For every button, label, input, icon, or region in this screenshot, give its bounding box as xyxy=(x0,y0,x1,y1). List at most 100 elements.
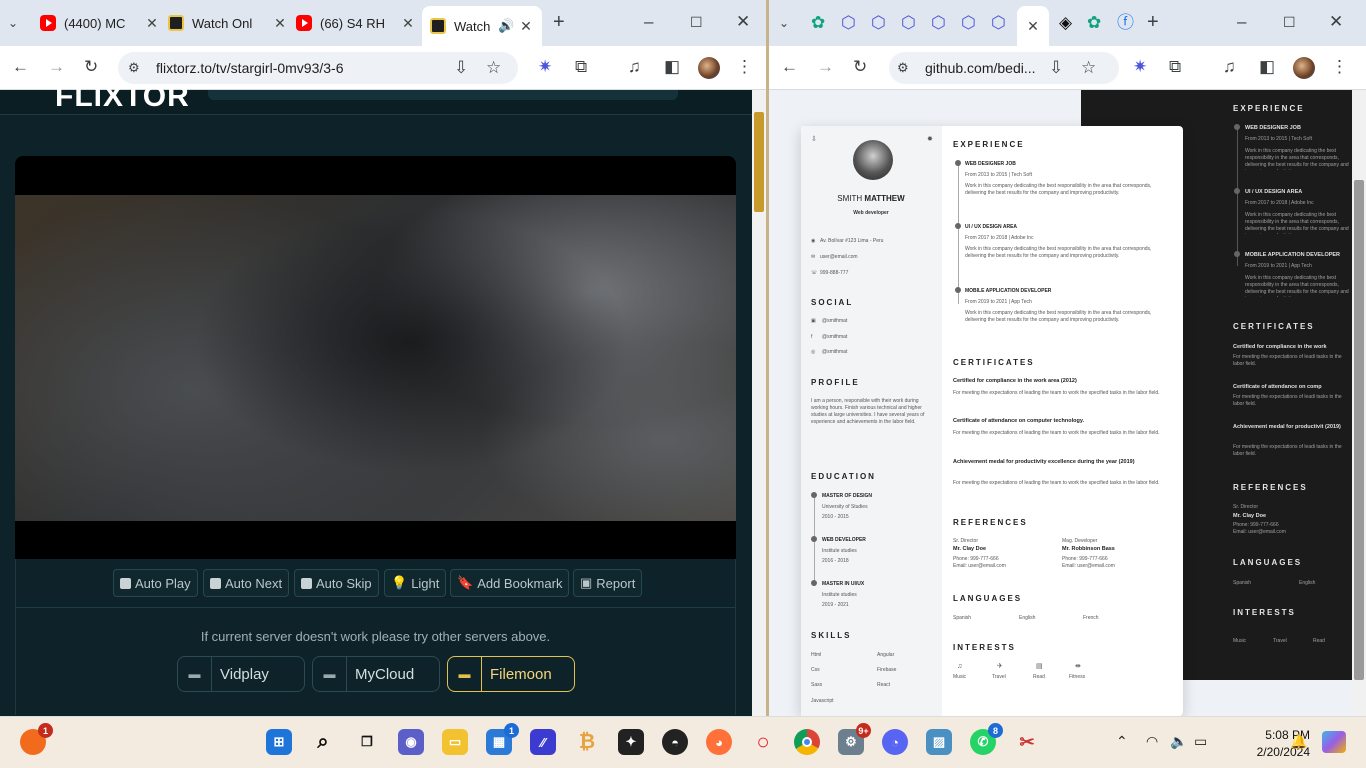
photos-icon[interactable]: ▨ xyxy=(926,729,952,755)
chatgpt-tab-icon[interactable]: ✿ xyxy=(1087,13,1101,33)
chatgpt-tab-icon[interactable]: ✿ xyxy=(811,13,825,33)
brave-icon[interactable]: ₿ xyxy=(574,729,600,755)
site-search-input[interactable] xyxy=(208,90,678,100)
tab-icon[interactable]: ⬡ xyxy=(931,13,946,33)
discord-icon[interactable]: ◔ xyxy=(882,729,908,755)
extensions-puzzle-icon[interactable]: ⧉ xyxy=(1169,57,1181,77)
reload-icon[interactable]: ↻ xyxy=(853,57,867,77)
extensions-puzzle-icon[interactable]: ⧉ xyxy=(575,57,587,77)
start-windows-icon[interactable]: ⊞ xyxy=(266,729,292,755)
add-bookmark-button[interactable]: 🔖 Add Bookmark xyxy=(450,569,570,597)
tab-search-icon[interactable]: ⌄ xyxy=(779,13,789,33)
bookmark-star-icon[interactable]: ☆ xyxy=(1081,58,1096,78)
notification-bell-icon[interactable]: 🔔 xyxy=(1290,733,1307,750)
tab-icon[interactable]: ⬡ xyxy=(961,13,976,33)
tab-flixtor-active[interactable]: Watch 🔊 ✕ xyxy=(422,6,542,46)
auto-next-toggle[interactable]: Auto Next xyxy=(203,569,290,597)
page-scrollbar[interactable] xyxy=(1352,90,1366,716)
server-filemoon[interactable]: ▬ Filemoon xyxy=(447,656,575,692)
new-tab-icon[interactable]: + xyxy=(553,12,565,32)
scrollbar-thumb[interactable] xyxy=(754,112,764,212)
server-vidplay[interactable]: ▬ Vidplay xyxy=(177,656,305,692)
wifi-icon[interactable]: ◠ xyxy=(1146,733,1158,750)
reload-icon[interactable]: ↻ xyxy=(84,57,98,77)
server-mycloud[interactable]: ▬ MyCloud xyxy=(312,656,440,692)
video-frame[interactable] xyxy=(15,195,736,521)
profile-avatar[interactable] xyxy=(698,57,720,79)
auto-play-toggle[interactable]: Auto Play xyxy=(113,569,198,597)
forward-icon[interactable]: → xyxy=(817,57,834,77)
facebook-tab-icon[interactable]: ⓕ xyxy=(1117,13,1134,33)
close-icon[interactable]: ✕ xyxy=(518,18,534,35)
media-control-icon[interactable]: ♫ xyxy=(1223,57,1236,77)
close-icon[interactable]: ✕ xyxy=(272,15,288,32)
address-bar[interactable]: ⚙ github.com/bedi... ⇩ ☆ xyxy=(889,52,1119,84)
install-icon[interactable]: ⇩ xyxy=(1049,58,1063,78)
close-icon[interactable]: ✕ xyxy=(144,15,160,32)
copilot-icon[interactable] xyxy=(1322,731,1346,753)
auto-skip-toggle[interactable]: Auto Skip xyxy=(294,569,379,597)
tab-icon[interactable]: ⬡ xyxy=(901,13,916,33)
bookmark-star-icon[interactable]: ☆ xyxy=(486,58,501,78)
forward-icon[interactable]: → xyxy=(48,57,65,77)
site-logo[interactable]: FLIXTOR xyxy=(55,80,190,114)
file-explorer-icon[interactable]: ▭ xyxy=(442,729,468,755)
microsoft-store-icon[interactable]: ▦ 1 xyxy=(486,723,519,755)
teams-icon[interactable]: ◉ xyxy=(398,729,424,755)
window-close-icon[interactable]: ✕ xyxy=(1329,12,1343,32)
search-icon[interactable]: ⌕ xyxy=(310,729,336,755)
back-icon[interactable]: ← xyxy=(781,57,798,77)
speaker-icon[interactable]: 🔊 xyxy=(498,18,514,34)
github-icon[interactable]: ◓ xyxy=(662,729,688,755)
tab-youtube-2[interactable]: (66) S4 RH ✕ xyxy=(296,8,416,38)
video-player[interactable] xyxy=(15,156,736,559)
menu-icon[interactable]: ⋮ xyxy=(1331,57,1348,77)
tab-flixtor-1[interactable]: Watch Onl ✕ xyxy=(168,8,288,38)
light-button[interactable]: 💡 Light xyxy=(384,569,447,597)
tab-icon[interactable]: ⬡ xyxy=(841,13,856,33)
media-app-icon[interactable]: ⚙ 9+ xyxy=(838,723,871,755)
close-icon[interactable]: ✕ xyxy=(1025,18,1041,35)
theme-toggle-icon[interactable]: ✸ xyxy=(927,136,933,143)
download-icon[interactable]: ⇩ xyxy=(811,136,817,143)
extension-gear-icon[interactable]: ✷ xyxy=(1133,57,1147,77)
menu-icon[interactable]: ⋮ xyxy=(736,57,753,77)
site-info-icon[interactable]: ⚙ xyxy=(128,58,140,78)
figma-icon[interactable]: ✦ xyxy=(618,729,644,755)
github-tab-icon[interactable]: ◈ xyxy=(1059,13,1072,33)
volume-icon[interactable]: 🔈 xyxy=(1170,733,1187,750)
page-scrollbar[interactable] xyxy=(752,90,766,716)
tab-active[interactable]: ✕ xyxy=(1017,6,1049,46)
maximize-icon[interactable]: ☐ xyxy=(690,12,703,32)
battery-icon[interactable]: ▭ xyxy=(1194,733,1207,750)
side-panel-icon[interactable]: ◧ xyxy=(664,57,680,77)
minimize-icon[interactable]: – xyxy=(1237,12,1246,32)
opera-icon[interactable]: ○ xyxy=(750,729,776,755)
media-control-icon[interactable]: ♫ xyxy=(628,57,641,77)
new-tab-icon[interactable]: + xyxy=(1147,12,1159,32)
firefox-icon[interactable]: ◕ xyxy=(706,729,732,755)
maximize-icon[interactable]: ☐ xyxy=(1283,12,1296,32)
back-icon[interactable]: ← xyxy=(12,57,29,77)
tab-youtube-1[interactable]: (4400) MC ✕ xyxy=(40,8,160,38)
snipping-tool-icon[interactable]: ✂ xyxy=(1014,729,1040,755)
show-hidden-icons[interactable]: ⌃ xyxy=(1116,733,1128,750)
close-icon[interactable]: ✕ xyxy=(400,15,416,32)
tab-icon[interactable]: ⬡ xyxy=(991,13,1006,33)
app-icon[interactable]: ⁄⁄ xyxy=(530,729,556,755)
install-icon[interactable]: ⇩ xyxy=(454,58,468,78)
task-view-icon[interactable]: ❐ xyxy=(354,729,380,755)
tab-icon[interactable]: ⬡ xyxy=(871,13,886,33)
extension-gear-icon[interactable]: ✷ xyxy=(538,57,552,77)
minimize-icon[interactable]: – xyxy=(644,12,653,32)
report-button[interactable]: ▣ Report xyxy=(573,569,643,597)
window-close-icon[interactable]: ✕ xyxy=(736,12,750,32)
profile-avatar[interactable] xyxy=(1293,57,1315,79)
whatsapp-icon[interactable]: ✆ 8 xyxy=(970,723,1003,755)
tab-search-icon[interactable]: ⌄ xyxy=(8,13,18,33)
app-icon[interactable]: 1 xyxy=(20,723,53,755)
site-info-icon[interactable]: ⚙ xyxy=(897,58,909,78)
chrome-icon[interactable] xyxy=(794,729,820,755)
side-panel-icon[interactable]: ◧ xyxy=(1259,57,1275,77)
scrollbar-thumb[interactable] xyxy=(1354,180,1364,680)
